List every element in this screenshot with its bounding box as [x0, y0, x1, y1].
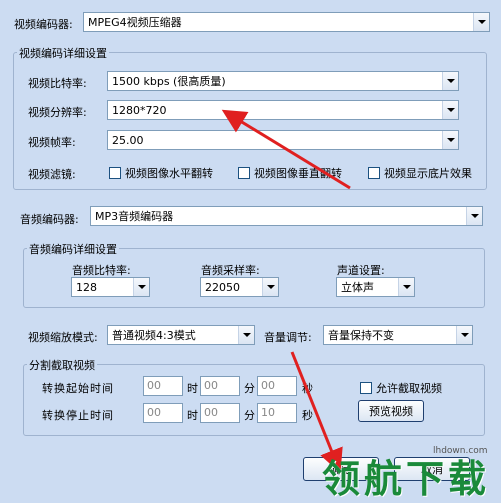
annotation-arrows	[221, 109, 351, 474]
watermark-logo: 领航下载	[322, 457, 491, 501]
red-arrow-resolution	[221, 109, 351, 190]
red-arrow-ok-button	[290, 351, 343, 474]
